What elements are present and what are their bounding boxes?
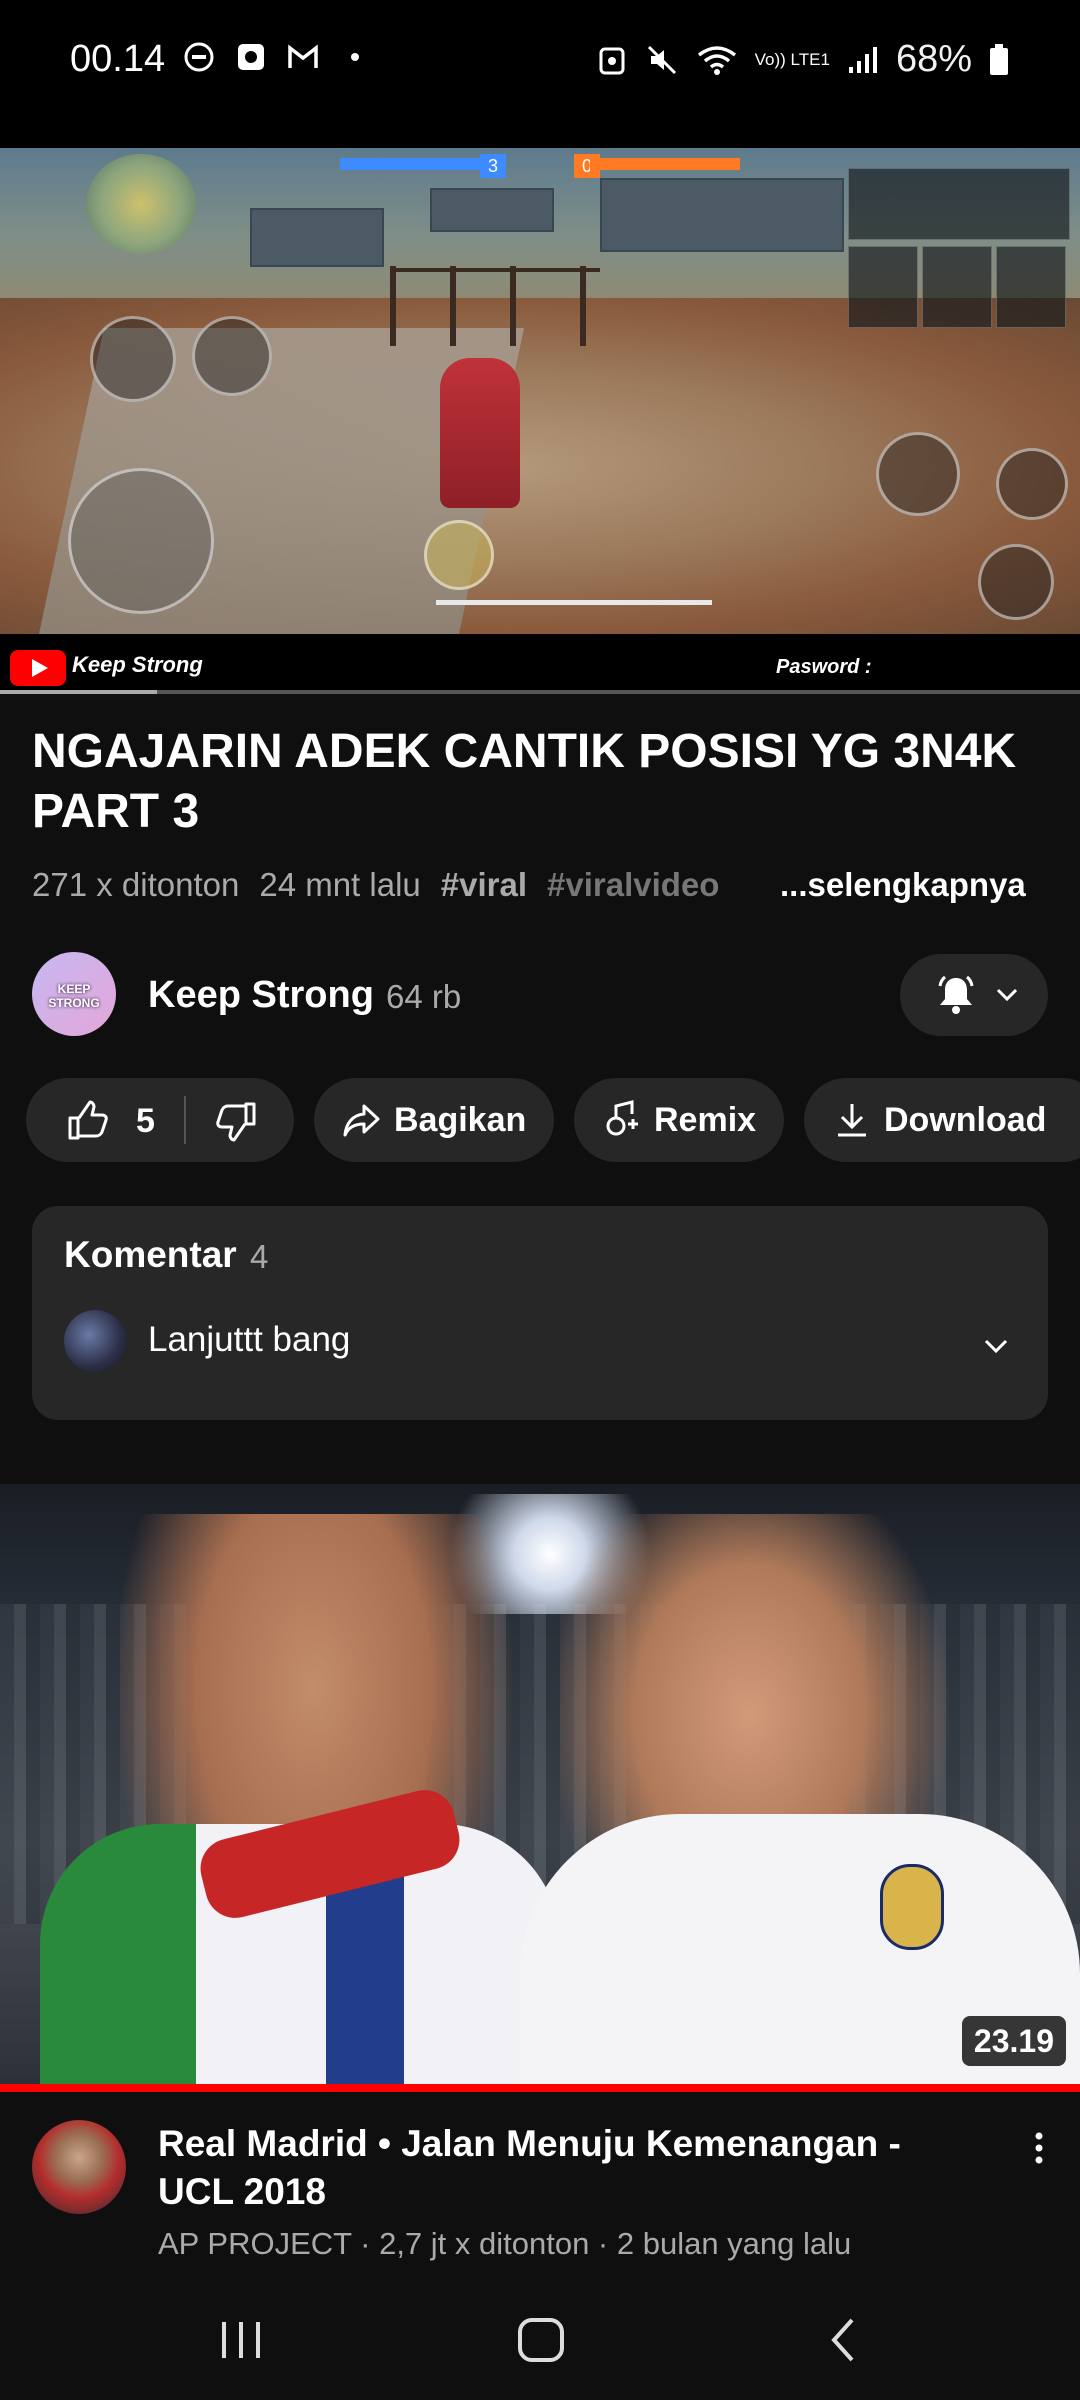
watermark-password: Pasword : — [776, 656, 872, 678]
channel-avatar[interactable]: KEEP STRONG — [32, 952, 116, 1036]
action-buttons: 5 Bagikan Remix Download — [26, 1078, 1080, 1164]
wifi-icon — [697, 45, 736, 75]
download-button[interactable]: Download — [804, 1078, 1080, 1162]
signal-icon — [848, 46, 877, 73]
download-label: Download — [884, 1101, 1047, 1139]
back-icon[interactable] — [824, 2312, 864, 2368]
game-joystick — [68, 468, 214, 614]
status-bar: 00.14 Vo)) LTE1 68% — [0, 0, 1080, 148]
notification-icons — [182, 40, 372, 74]
game-weapon-panel — [848, 168, 1070, 328]
system-navigation-bar — [0, 2282, 1080, 2400]
recommended-video-thumbnail[interactable] — [0, 1484, 1080, 2084]
game-fire-button — [876, 432, 960, 516]
download-icon — [838, 1104, 866, 1137]
recommended-channel-avatar[interactable] — [32, 2120, 126, 2214]
battery-percent: 68% — [895, 38, 972, 80]
more-notifications-dot-icon — [351, 53, 359, 61]
video-meta[interactable]: 271 x ditonton 24 mnt lalu #viral #viral… — [32, 866, 1048, 904]
top-comment-text: Lanjuttt bang — [148, 1320, 351, 1359]
notification-app-icon — [238, 44, 264, 70]
chevron-down-icon[interactable] — [982, 1332, 1010, 1360]
do-not-disturb-icon — [184, 42, 214, 72]
subscription-bell-button[interactable] — [900, 954, 1048, 1036]
video-player[interactable]: 3 0 — [0, 148, 1080, 634]
game-minimap — [86, 154, 196, 254]
share-label: Bagikan — [394, 1101, 527, 1139]
subscriber-count: 64 rb — [386, 978, 462, 1015]
youtube-logo-icon — [10, 650, 66, 686]
commenter-avatar — [64, 1310, 126, 1372]
game-scene-fence — [390, 266, 600, 346]
game-health-bar — [436, 600, 712, 605]
video-progress-track[interactable] — [0, 690, 1080, 694]
battery-icon — [990, 43, 1008, 75]
hashtag[interactable]: #viralvideo — [547, 866, 719, 904]
remix-button[interactable]: Remix — [574, 1078, 784, 1162]
like-count: 5 — [136, 1102, 155, 1140]
video-title[interactable]: NGAJARIN ADEK CANTIK POSISI YG 3N4K PART… — [32, 722, 1048, 842]
comments-count: 4 — [250, 1238, 269, 1275]
show-more-link[interactable]: ...selengkapnya — [780, 866, 1026, 904]
network-label: Vo)) LTE1 — [754, 50, 830, 69]
upload-time: 24 mnt lalu — [259, 866, 421, 903]
watermark-channel-name: Keep Strong — [72, 652, 203, 677]
vpn-icon — [599, 47, 625, 74]
thumbs-down-icon[interactable] — [216, 1100, 258, 1142]
chevron-down-icon — [996, 988, 1018, 1002]
recommended-video-title[interactable]: Real Madrid • Jalan Menuju Kemenangan - … — [158, 2120, 958, 2216]
like-dislike-button[interactable]: 5 — [26, 1078, 294, 1162]
remix-label: Remix — [654, 1101, 757, 1139]
game-sprint-button — [90, 316, 176, 402]
recent-apps-icon[interactable] — [216, 2312, 266, 2368]
watched-progress-bar — [0, 2084, 1080, 2092]
home-icon[interactable] — [514, 2312, 570, 2368]
view-count: 271 x ditonton — [32, 866, 240, 903]
channel-name[interactable]: Keep Strong — [148, 974, 374, 1017]
bell-icon — [938, 975, 974, 1014]
remix-icon — [606, 1100, 638, 1136]
game-scene-vehicle — [250, 208, 384, 267]
game-scene-building — [600, 178, 844, 252]
more-options-icon[interactable] — [1024, 2128, 1054, 2168]
status-time: 00.14 — [70, 38, 166, 80]
comments-title: Komentar — [64, 1234, 237, 1275]
game-backpack-button — [424, 520, 494, 590]
thumbs-up-icon[interactable] — [66, 1100, 108, 1142]
share-button[interactable]: Bagikan — [314, 1078, 554, 1162]
video-duration-badge: 23.19 — [961, 2016, 1066, 2066]
game-jump-button — [996, 448, 1068, 520]
system-icons: Vo)) LTE1 68% — [595, 38, 1010, 81]
game-character — [440, 358, 520, 508]
share-icon — [343, 1104, 380, 1137]
mute-icon — [647, 45, 676, 74]
game-crouch-button — [978, 544, 1054, 620]
video-progress-fill — [0, 690, 157, 694]
comments-panel[interactable]: Komentar 4 Lanjuttt bang — [32, 1206, 1048, 1420]
channel-avatar-text: KEEP STRONG — [48, 982, 100, 1010]
recommended-video-meta: AP PROJECT · 2,7 jt x ditonton · 2 bulan… — [158, 2226, 852, 2261]
channel-row: KEEP STRONG Keep Strong 64 rb — [32, 952, 1048, 1038]
divider — [184, 1096, 186, 1144]
game-team-list — [508, 508, 636, 510]
game-score-hud: 3 0 — [340, 154, 740, 178]
game-scene-building — [430, 188, 554, 232]
game-punch-button — [192, 316, 272, 396]
hashtag[interactable]: #viral — [441, 866, 527, 904]
gmail-icon — [288, 44, 318, 68]
